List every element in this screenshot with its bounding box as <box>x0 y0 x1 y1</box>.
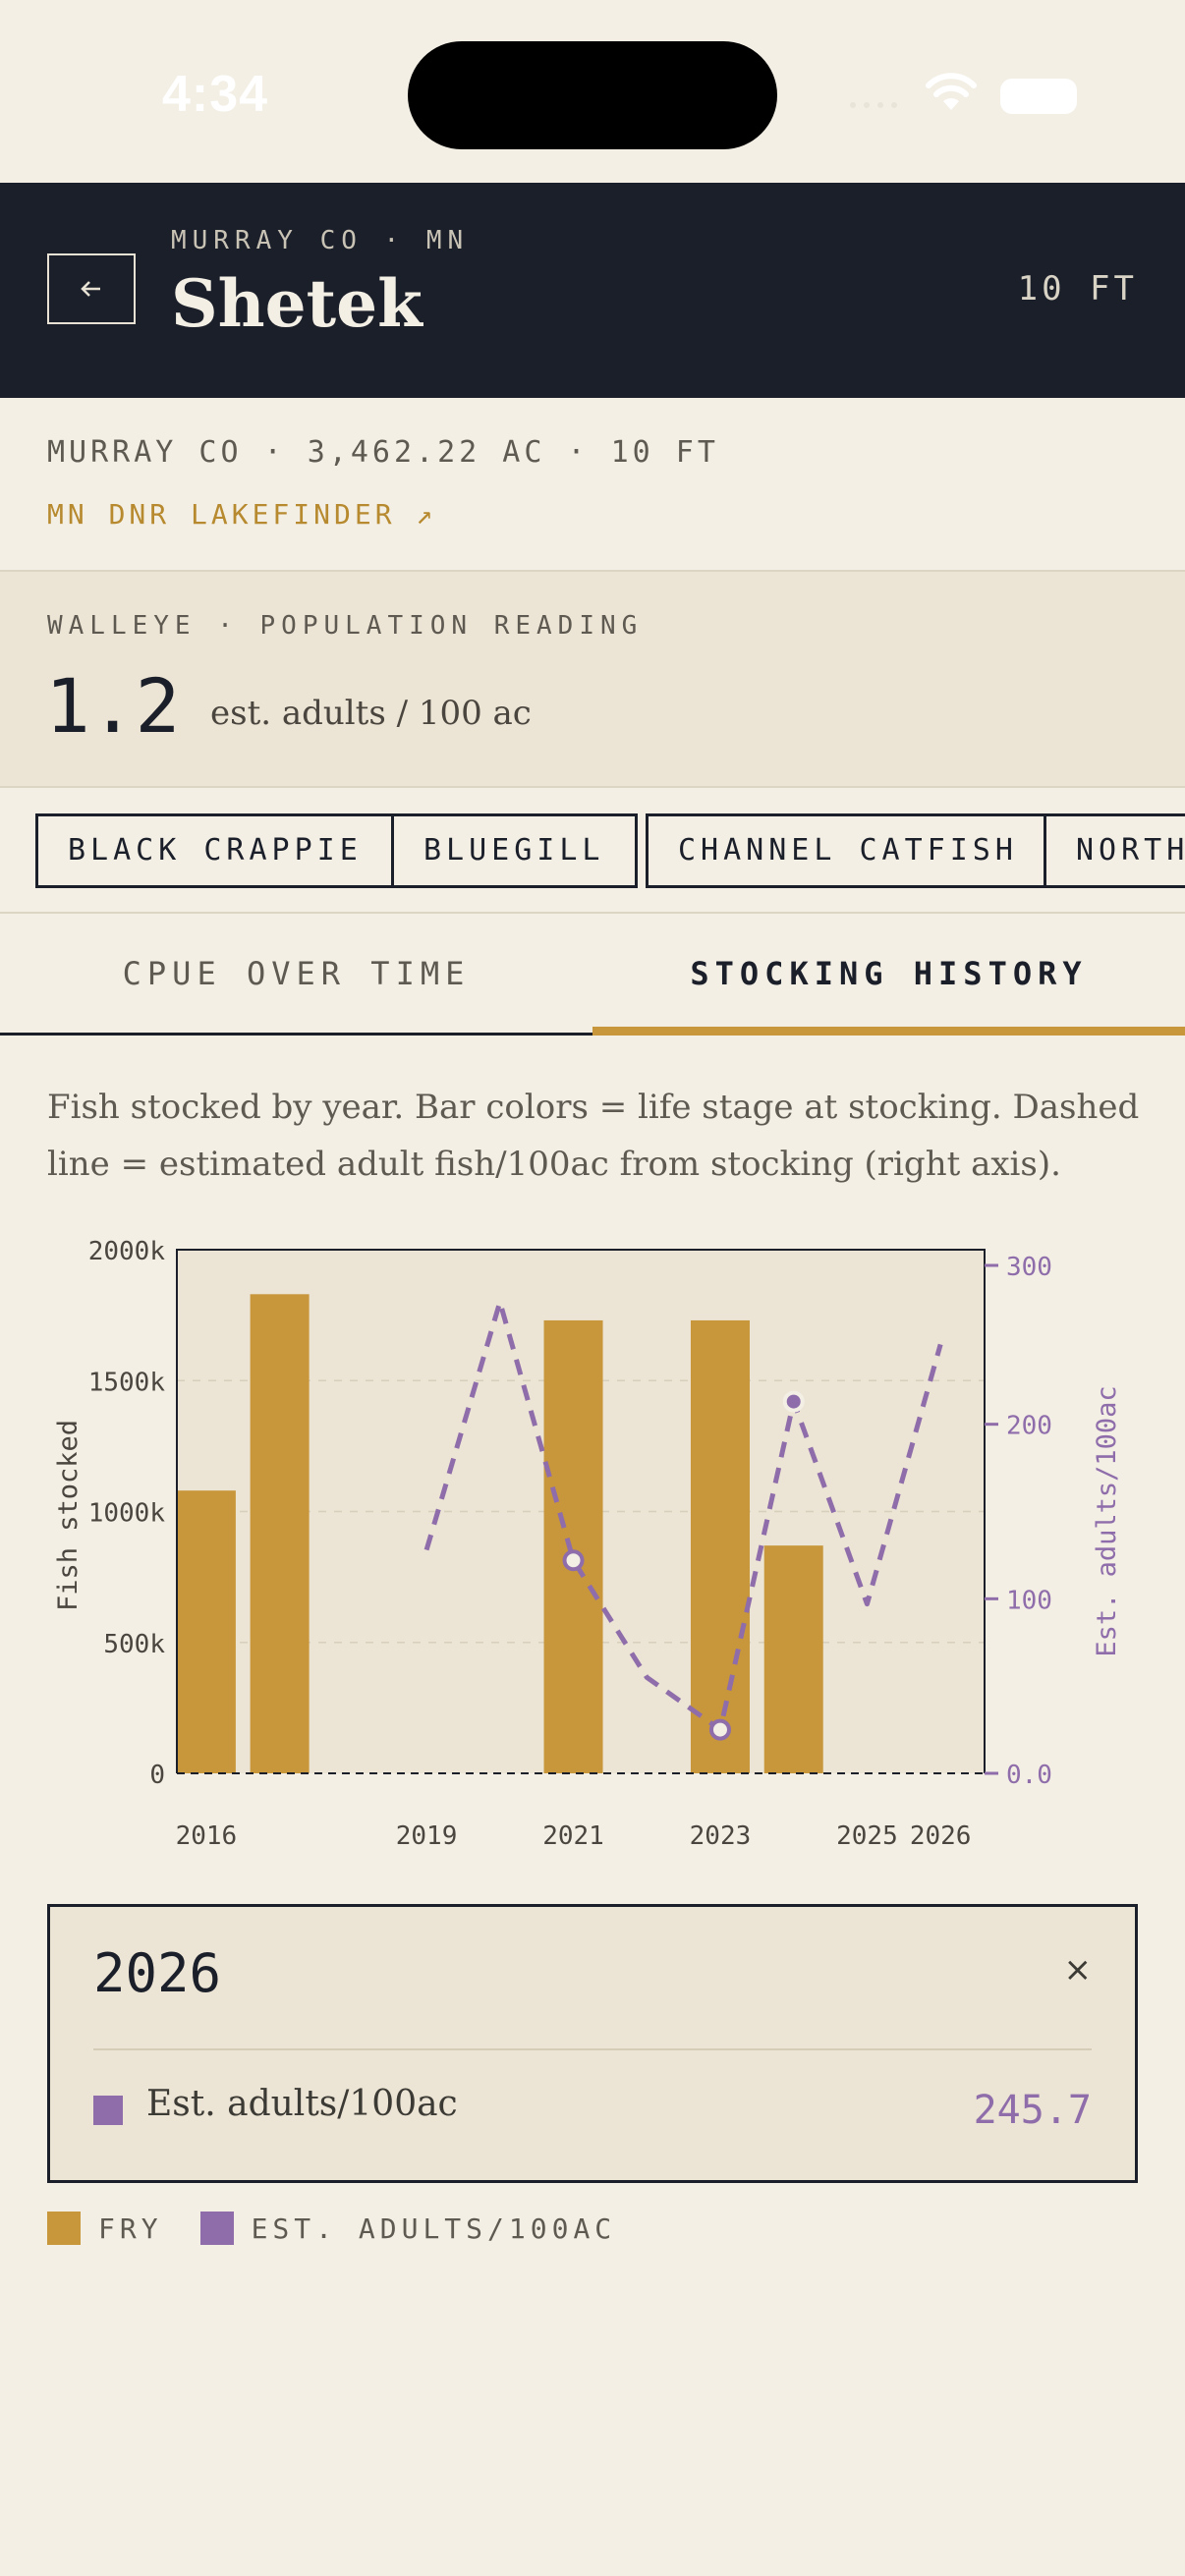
series-point-2024 <box>782 1390 805 1413</box>
population-reading: WALLEYE · POPULATION READING 1.2 est. ad… <box>0 572 1185 788</box>
x-tick-label: 2019 <box>396 1821 458 1851</box>
y2-tick-label: 300 <box>1006 1253 1052 1282</box>
y-tick-label: 1000k <box>88 1499 166 1529</box>
x-tick-label: 2023 <box>690 1821 752 1851</box>
series-point-2023 <box>708 1718 731 1741</box>
tooltip-divider <box>93 2048 1092 2050</box>
legend-swatch-est-adults <box>199 2212 234 2245</box>
back-button[interactable] <box>47 253 136 324</box>
species-chip-northern[interactable]: NORTH <box>1044 813 1185 888</box>
y2-tick-label: 200 <box>1006 1412 1052 1441</box>
y2-tick-label: 100 <box>1006 1586 1052 1615</box>
lake-meta: MURRAY CO · 3,462.22 AC · 10 FT MN DNR L… <box>0 398 1185 572</box>
chart-description: Fish stocked by year. Bar colors = life … <box>47 1088 1140 1184</box>
chart-tabs: CPUE OVER TIME STOCKING HISTORY <box>0 914 1185 1036</box>
county-label: MURRAY CO · MN <box>171 226 470 255</box>
legend-label-est-adults: EST. ADULTS/100AC <box>251 2212 617 2245</box>
x-tick-label: 2021 <box>542 1821 604 1851</box>
y-tick-label: 2000k <box>88 1237 166 1266</box>
close-icon[interactable]: × <box>1064 1950 1093 1989</box>
chart-tooltip: 2026 × Est. adults/100ac 245.7 <box>47 1904 1138 2183</box>
tooltip-year: 2026 <box>93 1942 222 2004</box>
y-axis-label: Fish stocked <box>53 1420 84 1611</box>
dynamic-island <box>408 41 777 149</box>
battery-icon <box>1000 79 1077 114</box>
reading-label: WALLEYE · POPULATION READING <box>47 611 644 641</box>
species-chip-black-crappie[interactable]: BLACK CRAPPIE <box>35 813 395 888</box>
species-chip-channel-catfish[interactable]: CHANNEL CATFISH <box>646 813 1050 888</box>
tooltip-label: Est. adults/100ac <box>146 2084 458 2124</box>
stocking-history-chart[interactable]: 0 500k 1000k 1500k 2000k 0.0 100 200 300 2016 2019… <box>0 1218 1185 1876</box>
depth-label: 10 FT <box>1017 269 1138 308</box>
legend-label-fry: FRY <box>98 2212 163 2245</box>
page-title: Shetek <box>171 265 423 342</box>
y2-axis-label: Est. adults/100ac <box>1092 1385 1122 1656</box>
bar-2016 <box>176 1490 236 1773</box>
species-chip-row[interactable]: BLACK CRAPPIE BLUEGILL CHANNEL CATFISH N… <box>0 788 1185 914</box>
y-tick-label: 0 <box>149 1761 165 1790</box>
tab-cpue-over-time[interactable]: CPUE OVER TIME <box>0 914 592 1033</box>
x-tick-label: 2025 <box>836 1821 898 1851</box>
tooltip-swatch <box>93 2096 123 2125</box>
bar-2017 <box>250 1294 310 1773</box>
chart-legend: FRY EST. ADULTS/100AC <box>47 2209 653 2248</box>
y-tick-label: 500k <box>103 1630 165 1659</box>
x-tick-label: 2016 <box>176 1821 238 1851</box>
tooltip-value: 245.7 <box>973 2088 1092 2133</box>
lake-header: MURRAY CO · MN Shetek 10 FT <box>0 183 1185 398</box>
bar-2021 <box>543 1319 603 1773</box>
species-chip-bluegill[interactable]: BLUEGILL <box>391 813 638 888</box>
status-time: 4:34 <box>162 66 269 123</box>
status-bar: 4:34 <box>0 0 1185 183</box>
tab-stocking-history[interactable]: STOCKING HISTORY <box>592 914 1185 1036</box>
x-tick-label: 2026 <box>910 1821 972 1851</box>
bar-2024 <box>763 1545 823 1773</box>
y2-tick-label: 0.0 <box>1006 1761 1052 1790</box>
cellular-signal-icon <box>847 94 906 110</box>
wifi-icon <box>924 69 979 112</box>
reading-value: 1.2 <box>45 662 181 750</box>
reading-unit: est. adults / 100 ac <box>210 694 532 733</box>
dnr-lakefinder-link[interactable]: MN DNR LAKEFINDER ↗ <box>47 498 436 531</box>
arrow-left-icon <box>81 274 102 305</box>
legend-swatch-fry <box>47 2212 81 2245</box>
y-tick-label: 1500k <box>88 1368 166 1397</box>
bar-2023 <box>690 1319 750 1773</box>
series-point-2021 <box>562 1549 585 1572</box>
lake-meta-line: MURRAY CO · 3,462.22 AC · 10 FT <box>47 435 719 470</box>
